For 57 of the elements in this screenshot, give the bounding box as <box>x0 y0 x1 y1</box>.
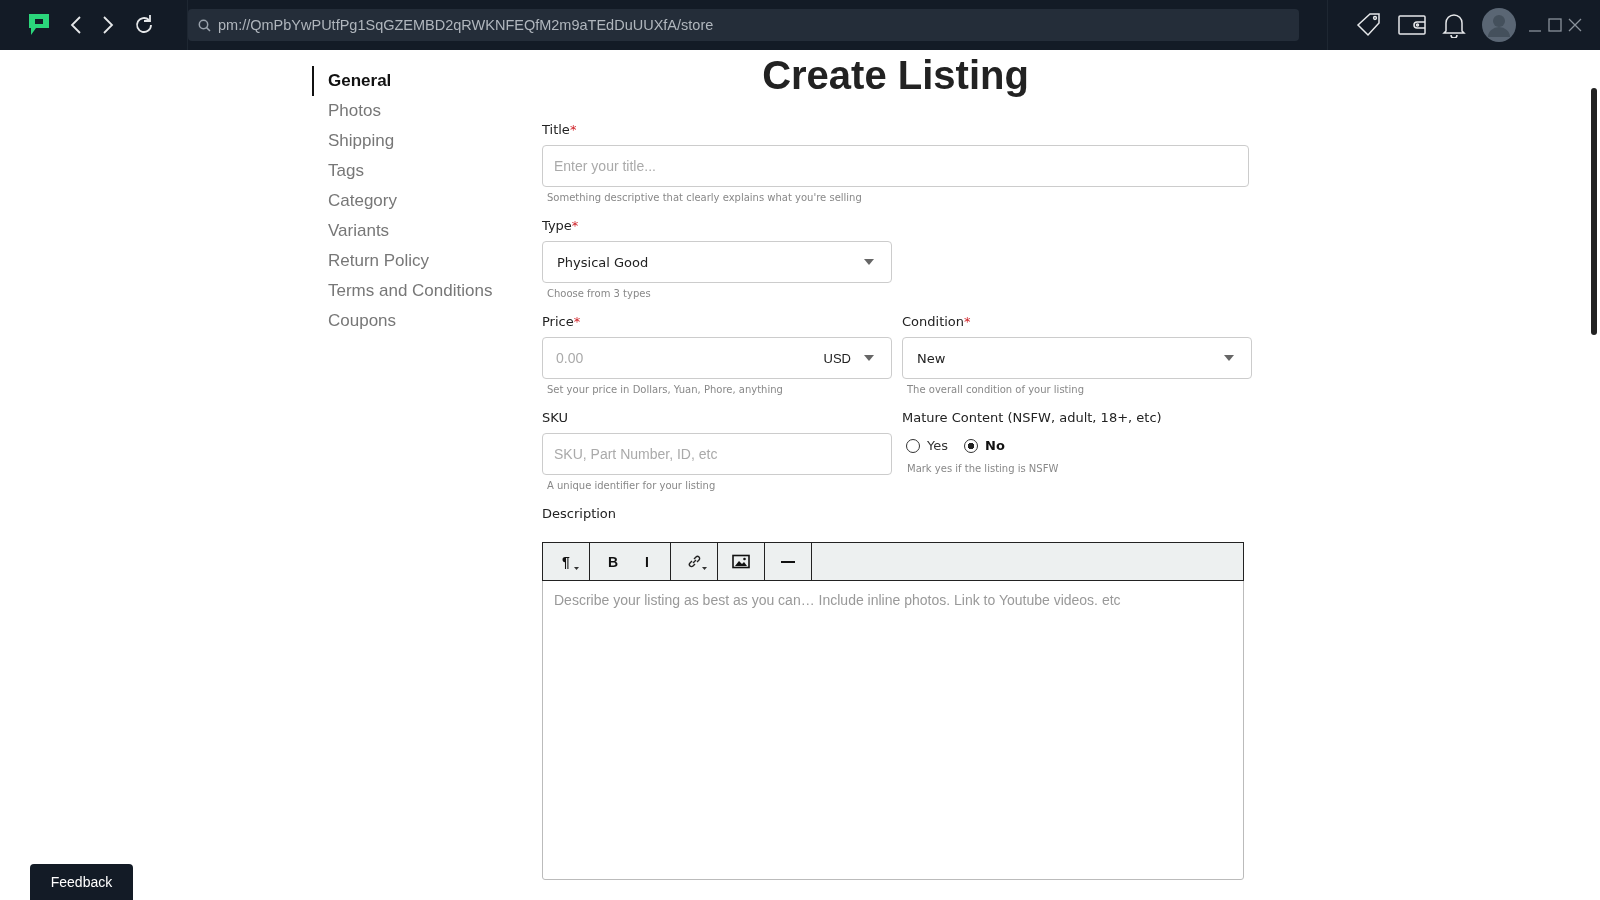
search-icon <box>198 18 211 32</box>
required-mark: * <box>571 218 579 233</box>
scrollbar[interactable] <box>1591 88 1597 335</box>
wallet-icon[interactable] <box>1398 15 1426 35</box>
field-label: Title <box>542 122 570 137</box>
text-field[interactable]: Enter your title... <box>542 145 1249 187</box>
avatar[interactable] <box>1482 8 1516 42</box>
required-mark: * <box>569 122 577 137</box>
maximize-icon[interactable] <box>1548 18 1562 32</box>
back-icon[interactable] <box>69 15 83 35</box>
format-button[interactable]: B <box>596 543 630 580</box>
sidebar-item[interactable]: Photos <box>312 96 381 126</box>
forward-icon[interactable] <box>101 15 115 35</box>
field-label: Mature Content (NSFW, adult, 18+, etc) <box>902 410 1162 425</box>
image-icon <box>732 554 750 569</box>
caret-icon <box>863 354 875 362</box>
field-label: Type <box>542 218 572 233</box>
sidebar-item[interactable]: Variants <box>312 216 390 246</box>
feedback-button[interactable]: Feedback <box>30 864 133 900</box>
field-label: Condition <box>902 314 965 329</box>
sidebar-item[interactable]: General <box>312 66 392 96</box>
radio-label[interactable]: Yes <box>927 438 948 453</box>
format-button[interactable]: ¶ <box>549 543 583 580</box>
caret-icon <box>1223 354 1235 362</box>
help-text: The overall condition of your listing <box>907 384 1084 395</box>
link-icon <box>686 554 702 569</box>
sidebar-item[interactable]: Coupons <box>312 306 397 336</box>
help-text: Something descriptive that clearly explains what you're selling <box>547 192 862 203</box>
help-text: A unique identifier for your listing <box>547 480 716 491</box>
sidebar-item[interactable]: Terms and Conditions <box>312 276 493 306</box>
help-text: Mark yes if the listing is NSFW <box>907 463 1059 474</box>
text-field[interactable]: SKU, Part Number, ID, etc <box>542 433 892 475</box>
required-mark: * <box>964 314 971 329</box>
notification-bell-icon[interactable] <box>1442 12 1466 38</box>
dropdown[interactable]: New <box>902 337 1252 379</box>
sidebar-item[interactable]: Category <box>312 186 397 216</box>
caret-icon <box>863 258 875 266</box>
help-text: Set your price in Dollars, Yuan, Phore, anything <box>547 384 783 395</box>
refresh-icon[interactable] <box>133 14 155 36</box>
format-button[interactable]: I <box>630 543 664 580</box>
currency-dropdown[interactable]: USD <box>823 350 875 366</box>
close-icon[interactable] <box>1568 18 1582 32</box>
price-field[interactable]: 0.00 USD <box>542 337 892 379</box>
field-label: Description <box>542 506 617 521</box>
radio-button[interactable] <box>964 438 978 453</box>
help-text: Choose from 3 types <box>547 288 651 299</box>
required-mark: * <box>573 314 581 329</box>
page-title: Create Listing <box>761 52 1030 98</box>
sidebar-item[interactable]: Tags <box>312 156 364 186</box>
sidebar-item[interactable]: Return Policy <box>312 246 430 276</box>
sidebar-item[interactable]: Shipping <box>312 126 395 156</box>
radio-label[interactable]: No <box>985 438 1005 453</box>
field-label: Price <box>542 314 574 329</box>
dropdown[interactable]: Physical Good <box>542 241 892 283</box>
field-label: SKU <box>542 410 568 425</box>
address-bar[interactable]: pm://QmPbYwPUtfPg1SqGZEMBD2qRWKNFEQfM2m9aTEdDuUUXfA/store <box>188 9 1299 41</box>
tag-icon[interactable] <box>1356 12 1382 38</box>
